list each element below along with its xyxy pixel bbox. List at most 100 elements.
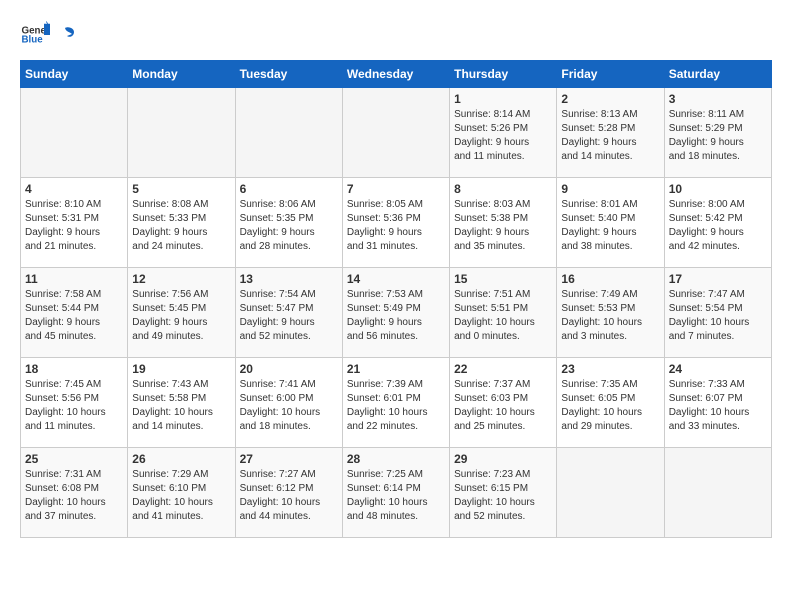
day-number: 8 [454,182,552,196]
day-number: 3 [669,92,767,106]
calendar-cell: 23 Sunrise: 7:35 AM Sunset: 6:05 PM Dayli… [557,358,664,448]
calendar-cell: 29Sunrise: 7:23 AM Sunset: 6:15 PM Dayli… [450,448,557,538]
day-number: 6 [240,182,338,196]
calendar-cell: 13 Sunrise: 7:54 AM Sunset: 5:47 PM Dayli… [235,268,342,358]
calendar-cell: 12 Sunrise: 7:56 AM Sunset: 5:45 PM Dayli… [128,268,235,358]
day-number: 16 [561,272,659,286]
calendar-week-row: 25 Sunrise: 7:31 AM Sunset: 6:08 PM Dayli… [21,448,772,538]
svg-text:Blue: Blue [22,35,44,46]
calendar-cell: 17 Sunrise: 7:47 AM Sunset: 5:54 PM Dayli… [664,268,771,358]
calendar-cell: 18 Sunrise: 7:45 AM Sunset: 5:56 PM Dayli… [21,358,128,448]
day-info: Sunrise: 7:56 AM Sunset: 5:45 PM Dayligh… [132,288,230,344]
day-info: Sunrise: 7:33 AM Sunset: 6:07 PM Dayligh… [669,378,767,434]
day-number: 20 [240,362,338,376]
day-number: 14 [347,272,445,286]
day-info: Sunrise: 7:58 AM Sunset: 5:44 PM Dayligh… [25,288,123,344]
day-info: Sunrise: 8:10 AM Sunset: 5:31 PM Dayligh… [25,198,123,254]
calendar-cell: 27Sunrise: 7:27 AM Sunset: 6:12 PM Dayli… [235,448,342,538]
day-number: 13 [240,272,338,286]
day-number: 4 [25,182,123,196]
day-number: 25 [25,452,123,466]
calendar-cell: 15Sunrise: 7:51 AM Sunset: 5:51 PM Dayli… [450,268,557,358]
calendar-cell: 20 Sunrise: 7:41 AM Sunset: 6:00 PM Dayli… [235,358,342,448]
calendar-cell: 5 Sunrise: 8:08 AM Sunset: 5:33 PM Daylig… [128,178,235,268]
calendar-cell: 6 Sunrise: 8:06 AM Sunset: 5:35 PM Daylig… [235,178,342,268]
day-info: Sunrise: 8:05 AM Sunset: 5:36 PM Dayligh… [347,198,445,254]
calendar-cell: 24 Sunrise: 7:33 AM Sunset: 6:07 PM Dayli… [664,358,771,448]
calendar-cell [235,88,342,178]
day-info: Sunrise: 7:27 AM Sunset: 6:12 PM Dayligh… [240,468,338,524]
day-info: Sunrise: 7:47 AM Sunset: 5:54 PM Dayligh… [669,288,767,344]
calendar-cell [664,448,771,538]
day-number: 23 [561,362,659,376]
day-info: Sunrise: 7:25 AM Sunset: 6:14 PM Dayligh… [347,468,445,524]
day-number: 10 [669,182,767,196]
day-info: Sunrise: 8:00 AM Sunset: 5:42 PM Dayligh… [669,198,767,254]
calendar-cell [557,448,664,538]
calendar-cell: 9 Sunrise: 8:01 AM Sunset: 5:40 PM Daylig… [557,178,664,268]
day-number: 11 [25,272,123,286]
day-info: Sunrise: 8:14 AM Sunset: 5:26 PM Dayligh… [454,108,552,164]
header-row: SundayMondayTuesdayWednesdayThursdayFrid… [21,61,772,88]
calendar-cell: 21Sunrise: 7:39 AM Sunset: 6:01 PM Dayli… [342,358,449,448]
day-info: Sunrise: 7:43 AM Sunset: 5:58 PM Dayligh… [132,378,230,434]
weekday-header: Thursday [450,61,557,88]
weekday-header: Saturday [664,61,771,88]
day-number: 19 [132,362,230,376]
calendar-cell: 7 Sunrise: 8:05 AM Sunset: 5:36 PM Daylig… [342,178,449,268]
day-number: 28 [347,452,445,466]
day-number: 5 [132,182,230,196]
day-info: Sunrise: 8:08 AM Sunset: 5:33 PM Dayligh… [132,198,230,254]
day-number: 21 [347,362,445,376]
day-number: 7 [347,182,445,196]
page-header: General Blue [20,20,772,50]
day-number: 29 [454,452,552,466]
day-number: 9 [561,182,659,196]
calendar-cell [21,88,128,178]
day-info: Sunrise: 7:49 AM Sunset: 5:53 PM Dayligh… [561,288,659,344]
day-info: Sunrise: 7:41 AM Sunset: 6:00 PM Dayligh… [240,378,338,434]
logo-icon: General Blue [20,20,50,50]
calendar-week-row: 1 Sunrise: 8:14 AM Sunset: 5:26 PM Daylig… [21,88,772,178]
calendar-cell: 25 Sunrise: 7:31 AM Sunset: 6:08 PM Dayli… [21,448,128,538]
day-info: Sunrise: 7:54 AM Sunset: 5:47 PM Dayligh… [240,288,338,344]
weekday-header: Wednesday [342,61,449,88]
calendar-cell: 26 Sunrise: 7:29 AM Sunset: 6:10 PM Dayli… [128,448,235,538]
calendar-table: SundayMondayTuesdayWednesdayThursdayFrid… [20,60,772,538]
day-info: Sunrise: 8:11 AM Sunset: 5:29 PM Dayligh… [669,108,767,164]
day-info: Sunrise: 8:01 AM Sunset: 5:40 PM Dayligh… [561,198,659,254]
calendar-cell: 22 Sunrise: 7:37 AM Sunset: 6:03 PM Dayli… [450,358,557,448]
day-number: 24 [669,362,767,376]
logo-bird-icon [54,24,76,46]
day-number: 17 [669,272,767,286]
calendar-cell: 3 Sunrise: 8:11 AM Sunset: 5:29 PM Daylig… [664,88,771,178]
calendar-cell: 19 Sunrise: 7:43 AM Sunset: 5:58 PM Dayli… [128,358,235,448]
day-number: 15 [454,272,552,286]
calendar-cell: 8 Sunrise: 8:03 AM Sunset: 5:38 PM Daylig… [450,178,557,268]
weekday-header: Sunday [21,61,128,88]
day-info: Sunrise: 7:35 AM Sunset: 6:05 PM Dayligh… [561,378,659,434]
calendar-cell: 1 Sunrise: 8:14 AM Sunset: 5:26 PM Daylig… [450,88,557,178]
day-info: Sunrise: 7:53 AM Sunset: 5:49 PM Dayligh… [347,288,445,344]
weekday-header: Monday [128,61,235,88]
day-info: Sunrise: 7:29 AM Sunset: 6:10 PM Dayligh… [132,468,230,524]
day-info: Sunrise: 7:45 AM Sunset: 5:56 PM Dayligh… [25,378,123,434]
day-info: Sunrise: 7:31 AM Sunset: 6:08 PM Dayligh… [25,468,123,524]
day-info: Sunrise: 8:03 AM Sunset: 5:38 PM Dayligh… [454,198,552,254]
day-info: Sunrise: 7:37 AM Sunset: 6:03 PM Dayligh… [454,378,552,434]
day-info: Sunrise: 8:13 AM Sunset: 5:28 PM Dayligh… [561,108,659,164]
day-number: 1 [454,92,552,106]
calendar-cell: 14 Sunrise: 7:53 AM Sunset: 5:49 PM Dayli… [342,268,449,358]
calendar-cell [342,88,449,178]
calendar-cell [128,88,235,178]
day-number: 22 [454,362,552,376]
day-number: 18 [25,362,123,376]
day-info: Sunrise: 8:06 AM Sunset: 5:35 PM Dayligh… [240,198,338,254]
calendar-cell: 10 Sunrise: 8:00 AM Sunset: 5:42 PM Dayli… [664,178,771,268]
calendar-cell: 2Sunrise: 8:13 AM Sunset: 5:28 PM Daylig… [557,88,664,178]
calendar-cell: 11 Sunrise: 7:58 AM Sunset: 5:44 PM Dayli… [21,268,128,358]
calendar-week-row: 11 Sunrise: 7:58 AM Sunset: 5:44 PM Dayli… [21,268,772,358]
day-number: 12 [132,272,230,286]
calendar-cell: 16 Sunrise: 7:49 AM Sunset: 5:53 PM Dayli… [557,268,664,358]
day-number: 26 [132,452,230,466]
